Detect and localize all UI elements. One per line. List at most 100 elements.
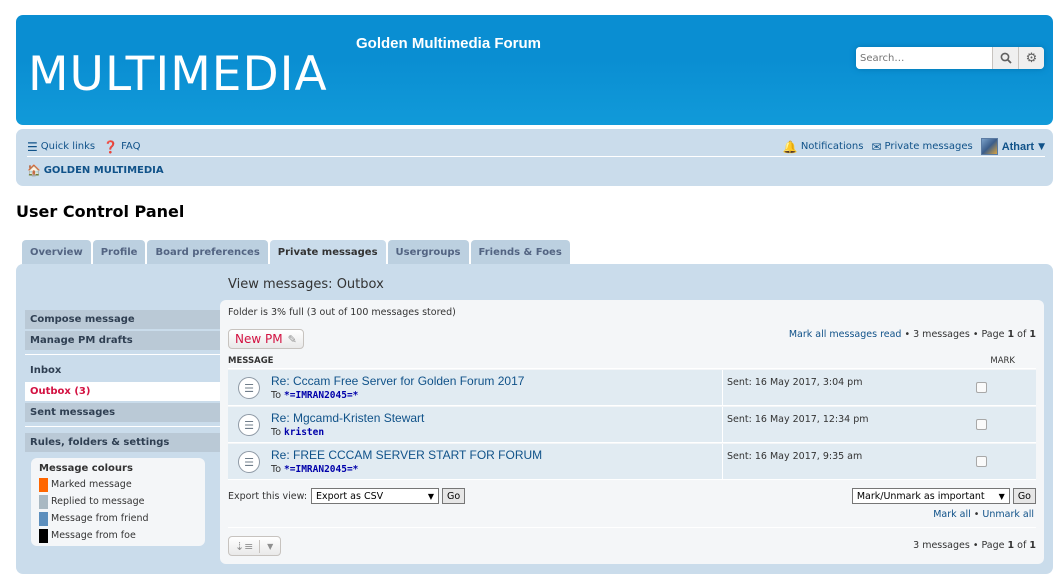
site-header: MULTIMEDIA Golden Multimedia Forum ⚙ xyxy=(16,15,1053,125)
site-title: Golden Multimedia Forum xyxy=(356,35,542,52)
export-label: Export this view: xyxy=(228,490,308,502)
legend-swatch-marked xyxy=(39,477,48,492)
sent-time: Sent: 16 May 2017, 12:34 pm xyxy=(727,414,869,425)
column-divider xyxy=(722,407,723,443)
nav-right: 🔔 Notifications ✉ Private messages Athar… xyxy=(783,138,1045,155)
sidebar-item-drafts[interactable]: Manage PM drafts xyxy=(25,331,220,350)
legend-swatch-foe xyxy=(39,528,48,543)
legend-label: Marked message xyxy=(51,479,132,490)
advanced-search-button[interactable]: ⚙ xyxy=(1018,47,1044,69)
private-messages-link[interactable]: ✉ Private messages xyxy=(871,140,972,154)
message-subject[interactable]: Re: FREE CCCAM SERVER START FOR FORUM xyxy=(271,448,542,462)
page-current: 1 xyxy=(1007,540,1015,551)
recipient-name[interactable]: *=IMRAN2045=* xyxy=(284,390,358,401)
tab-overview[interactable]: Overview xyxy=(22,240,91,264)
faq-link[interactable]: ❓ FAQ xyxy=(103,140,140,154)
column-mark: MARK xyxy=(990,355,1015,366)
home-icon: 🏠 xyxy=(27,164,41,177)
gear-icon: ⚙ xyxy=(1025,50,1038,66)
mark-checkbox[interactable] xyxy=(976,419,987,430)
bell-icon: 🔔 xyxy=(782,139,798,154)
quick-links-menu[interactable]: ☰ Quick links xyxy=(27,140,95,154)
page-total: 1 xyxy=(1029,329,1036,340)
sidebar-item-rules[interactable]: Rules, folders & settings xyxy=(25,433,220,452)
page-of: of xyxy=(1017,329,1027,340)
user-menu[interactable]: Athart ▼ xyxy=(980,138,1045,155)
recipient-name[interactable]: kristen xyxy=(284,427,324,438)
legend-swatch-replied xyxy=(39,494,48,509)
new-pm-button[interactable]: New PM ✎ xyxy=(228,329,304,349)
sidebar-item-sent[interactable]: Sent messages xyxy=(25,403,220,422)
pm-sidebar: Compose message Manage PM drafts Inbox O… xyxy=(25,310,220,546)
search-input[interactable] xyxy=(856,47,992,69)
tab-profile[interactable]: Profile xyxy=(92,240,146,264)
search-box: ⚙ xyxy=(856,47,1044,69)
avatar xyxy=(980,138,998,155)
message-icon: ☰ xyxy=(238,414,260,436)
message-recipient: To *=IMRAN2045=* xyxy=(271,464,358,475)
search-button[interactable] xyxy=(992,47,1018,69)
column-divider xyxy=(722,370,723,406)
search-icon xyxy=(1000,52,1012,64)
legend-title: Message colours xyxy=(39,463,133,474)
mark-all-read-link[interactable]: Mark all messages read xyxy=(789,329,902,340)
private-messages-label: Private messages xyxy=(884,141,973,152)
page-total: 1 xyxy=(1029,540,1036,551)
tab-friends-foes[interactable]: Friends & Foes xyxy=(470,240,570,264)
site-logo[interactable]: MULTIMEDIA xyxy=(28,47,328,102)
message-colours-legend: Message colours Marked message Replied t… xyxy=(31,458,205,546)
sent-time: Sent: 16 May 2017, 9:35 am xyxy=(727,451,863,462)
tab-board-preferences[interactable]: Board preferences xyxy=(147,240,268,264)
message-recipient: To kristen xyxy=(271,427,324,438)
breadcrumb[interactable]: 🏠 GOLDEN MULTIMEDIA xyxy=(27,164,164,177)
mark-all-link[interactable]: Mark all xyxy=(933,509,971,520)
pagination-text: • 3 messages • Page xyxy=(904,329,1005,340)
to-label: To xyxy=(271,464,282,475)
mark-checkbox[interactable] xyxy=(976,456,987,467)
legend-label: Message from foe xyxy=(51,530,136,541)
ucp-panel: View messages: Outbox Compose message Ma… xyxy=(16,264,1053,574)
pencil-icon: ✎ xyxy=(287,332,297,346)
mark-all-links: Mark all • Unmark all xyxy=(933,509,1034,520)
navbar: ☰ Quick links ❓ FAQ 🔔 Notifications ✉ Pr… xyxy=(16,129,1053,186)
legend-item: Message from friend xyxy=(39,510,197,527)
bottom-divider xyxy=(228,527,1036,528)
mark-go-button[interactable]: Go xyxy=(1012,488,1036,504)
mark-checkbox[interactable] xyxy=(976,382,987,393)
page-title: User Control Panel xyxy=(16,202,185,221)
page-of: of xyxy=(1017,540,1027,551)
unmark-all-link[interactable]: Unmark all xyxy=(982,509,1034,520)
sidebar-item-outbox[interactable]: Outbox (3) xyxy=(25,382,220,401)
mark-important-controls: Mark/Unmark as important ▼ Go xyxy=(848,488,1036,504)
chevron-down-icon: ▼ xyxy=(267,541,274,551)
tab-private-messages[interactable]: Private messages xyxy=(269,240,386,265)
sidebar-item-inbox[interactable]: Inbox xyxy=(25,361,220,380)
notifications-link[interactable]: 🔔 Notifications xyxy=(783,140,864,154)
recipient-name[interactable]: *=IMRAN2045=* xyxy=(284,464,358,475)
legend-label: Replied to message xyxy=(51,496,145,507)
legend-item: Marked message xyxy=(39,476,197,493)
notifications-label: Notifications xyxy=(800,141,864,152)
ucp-tabs: Overview Profile Board preferences Priva… xyxy=(22,240,572,265)
message-subject[interactable]: Re: Cccam Free Server for Golden Forum 2… xyxy=(271,374,524,388)
folder-status: Folder is 3% full (3 out of 100 messages… xyxy=(228,307,456,318)
sort-options-button[interactable]: ⇣≡ ▼ xyxy=(228,536,281,556)
select-arrow-icon: ▼ xyxy=(427,491,435,501)
mark-important-select[interactable]: Mark/Unmark as important ▼ xyxy=(851,488,1010,504)
message-subject[interactable]: Re: Mgcamd-Kristen Stewart xyxy=(271,411,424,425)
export-select-value: Export as CSV xyxy=(316,490,384,502)
column-message: MESSAGE xyxy=(228,355,274,366)
export-select[interactable]: Export as CSV ▼ xyxy=(311,488,440,504)
message-icon: ☰ xyxy=(238,451,260,473)
quick-links-label: Quick links xyxy=(40,141,96,152)
to-label: To xyxy=(271,427,282,438)
export-go-button[interactable]: Go xyxy=(442,488,466,504)
message-icon: ☰ xyxy=(238,377,260,399)
sidebar-item-compose[interactable]: Compose message xyxy=(25,310,220,329)
tab-usergroups[interactable]: Usergroups xyxy=(387,240,469,264)
sent-time: Sent: 16 May 2017, 3:04 pm xyxy=(727,377,863,388)
message-recipient: To *=IMRAN2045=* xyxy=(271,390,358,401)
message-list: ☰ Re: Cccam Free Server for Golden Forum… xyxy=(228,370,1036,481)
legend-item: Message from foe xyxy=(39,527,197,544)
sidebar-divider xyxy=(25,426,220,427)
